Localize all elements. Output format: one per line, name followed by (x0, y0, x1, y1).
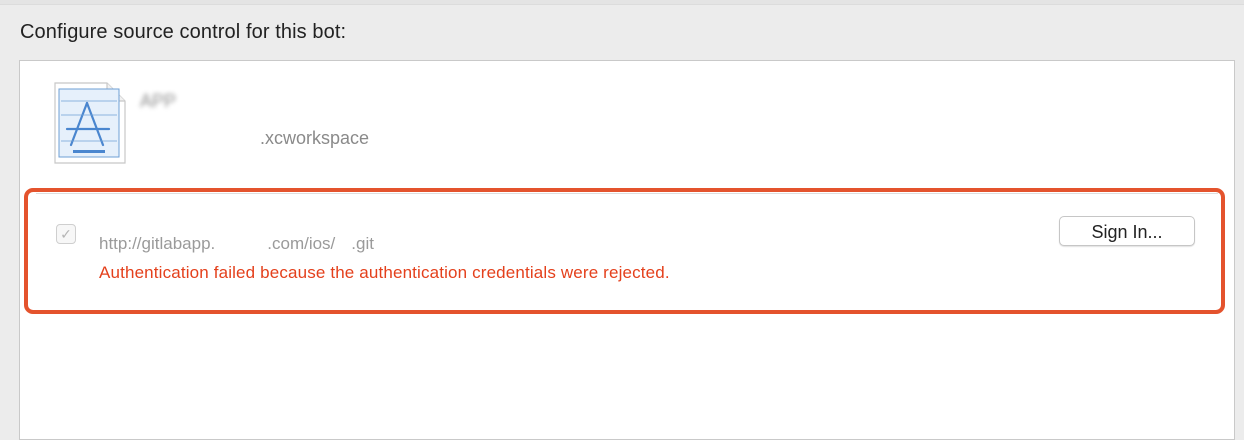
window-top-edge (0, 0, 1244, 5)
repository-row: ✓ http://gitlabapp. .com/ios/ .git Authent… (24, 188, 1225, 314)
workspace-row: APP .xcworkspace (20, 61, 1234, 191)
page-heading: Configure source control for this bot: (20, 21, 347, 43)
redacted-text (140, 130, 260, 144)
xcworkspace-document-icon (54, 82, 126, 164)
workspace-name: APP (140, 91, 177, 111)
url-suffix: .git (351, 234, 374, 253)
url-middle: .com/ios/ (267, 234, 336, 253)
authentication-error-message: Authentication failed because the authen… (99, 263, 670, 282)
repository-checkbox[interactable]: ✓ (56, 224, 76, 244)
source-control-panel: APP .xcworkspace ✓ http://gitlabapp. .com… (19, 60, 1235, 440)
sign-in-button[interactable]: Sign In... (1059, 216, 1195, 246)
workspace-extension: .xcworkspace (260, 128, 370, 148)
workspace-filename: .xcworkspace (140, 128, 369, 149)
url-prefix: http://gitlabapp. (99, 234, 216, 253)
repository-url: http://gitlabapp. .com/ios/ .git (99, 234, 374, 254)
